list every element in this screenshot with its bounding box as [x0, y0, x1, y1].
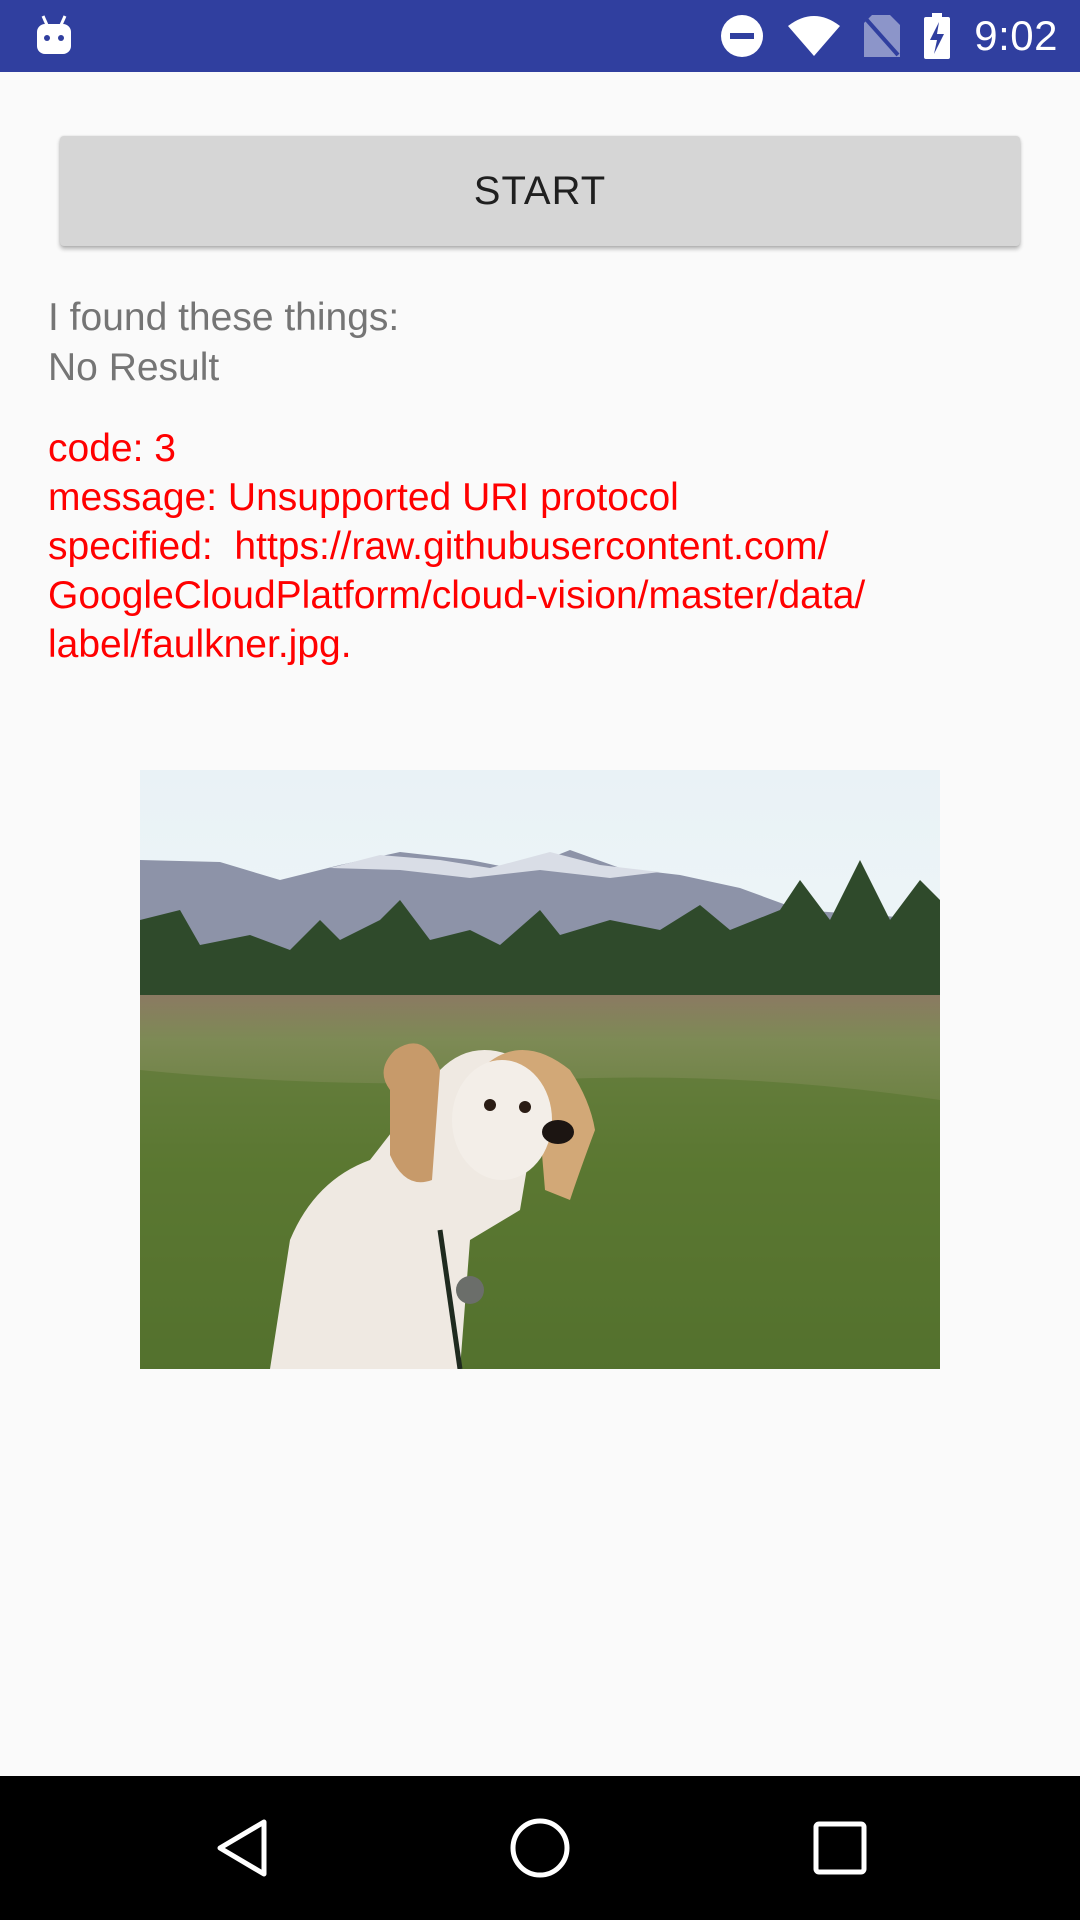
error-line: message: Unsupported URI protocol — [48, 476, 679, 519]
start-button[interactable]: START — [60, 136, 1020, 246]
app-notification-icon — [37, 15, 71, 54]
result-value: No Result — [48, 346, 220, 389]
no-sim-icon — [864, 15, 901, 57]
error-message: code: 3 message: Unsupported URI protoco… — [48, 424, 1032, 669]
battery-charging-icon — [924, 13, 951, 59]
result-heading: I found these things: — [48, 296, 400, 339]
result-block: I found these things: No Result — [48, 293, 1032, 393]
back-icon[interactable] — [206, 1812, 278, 1884]
error-line: GoogleCloudPlatform/cloud-vision/master/… — [48, 574, 866, 617]
dog-in-meadow-photo — [140, 770, 940, 1369]
navigation-bar — [0, 1776, 1080, 1920]
error-line: code: 3 — [48, 427, 176, 470]
do-not-disturb-icon — [720, 14, 764, 58]
home-icon[interactable] — [504, 1812, 576, 1884]
error-line: specified: https://raw.githubusercontent… — [48, 525, 829, 568]
error-line: label/faulkner.jpg. — [48, 623, 352, 666]
status-time: 9:02 — [974, 12, 1058, 59]
wifi-icon — [788, 16, 841, 56]
recents-icon[interactable] — [804, 1812, 876, 1884]
status-bar: 9:02 — [0, 0, 1080, 72]
